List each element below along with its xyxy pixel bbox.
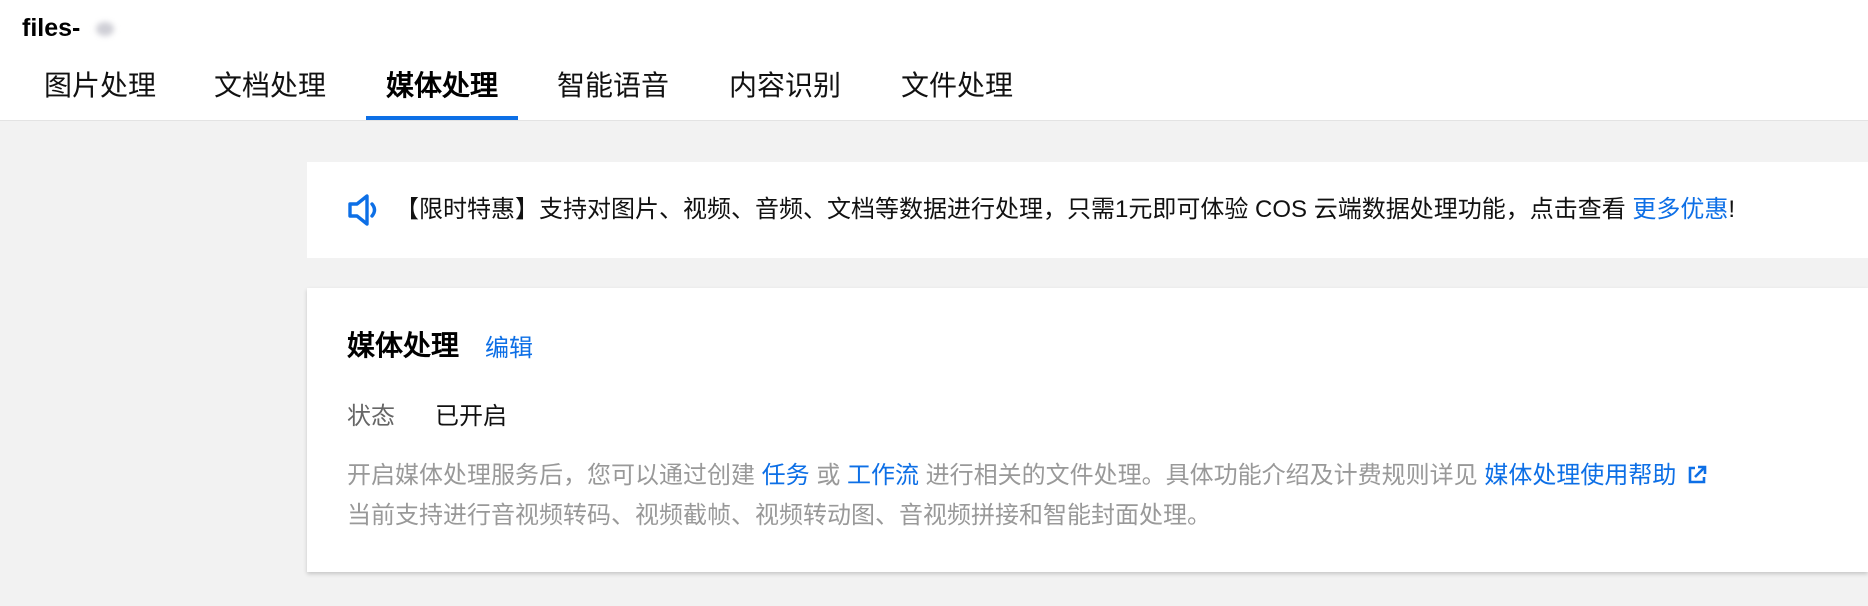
edit-link[interactable]: 编辑 (485, 328, 533, 363)
tab-media-processing[interactable]: 媒体处理 (382, 58, 502, 120)
notice-text: 【限时特惠】支持对图片、视频、音频、文档等数据进行处理，只需1元即可体验 COS… (395, 192, 1735, 228)
help-doc-link[interactable]: 媒体处理使用帮助 (1484, 462, 1676, 489)
speaker-icon (348, 194, 377, 226)
tab-document-processing[interactable]: 文档处理 (210, 58, 330, 120)
task-link[interactable]: 任务 (762, 462, 810, 489)
more-offers-link[interactable]: 更多优惠 (1632, 196, 1728, 223)
tab-content-recognition[interactable]: 内容识别 (725, 58, 845, 120)
notice-suffix: ! (1728, 196, 1736, 223)
notice-message: 【限时特惠】支持对图片、视频、音频、文档等数据进行处理，只需1元即可体验 COS… (395, 196, 1633, 223)
status-label: 状态 (347, 403, 395, 430)
card-description: 开启媒体处理服务后，您可以通过创建 任务 或 工作流 进行相关的文件处理。具体功… (347, 456, 1708, 536)
external-link-icon[interactable] (1686, 464, 1708, 486)
top-bar: files- 图片处理 文档处理 媒体处理 智能语音 内容识别 文件处理 (0, 0, 1868, 121)
tab-image-processing[interactable]: 图片处理 (40, 58, 160, 120)
description-line-2: 当前支持进行音视频转码、视频截帧、视频转动图、音视频拼接和智能封面处理。 (347, 502, 1211, 529)
active-tab-indicator (366, 116, 518, 120)
bucket-title: files- (22, 14, 81, 42)
card-title: 媒体处理 (347, 330, 460, 361)
description-line-1: 开启媒体处理服务后，您可以通过创建 任务 或 工作流 进行相关的文件处理。具体功… (347, 456, 1708, 496)
desc-or: 或 (809, 462, 848, 489)
desc-text-2: 进行相关的文件处理。具体功能介绍及计费规则详见 (919, 462, 1485, 489)
media-processing-card: 媒体处理 编辑 状态 已开启 开启媒体处理服务后，您可以通过创建 任务 或 工作… (307, 288, 1868, 572)
promo-notice: 【限时特惠】支持对图片、视频、音频、文档等数据进行处理，只需1元即可体验 COS… (307, 162, 1868, 258)
tab-smart-voice[interactable]: 智能语音 (553, 58, 673, 120)
status-value: 已开启 (435, 403, 507, 430)
tab-file-processing[interactable]: 文件处理 (897, 58, 1017, 120)
workflow-link[interactable]: 工作流 (847, 462, 919, 489)
desc-text-1: 开启媒体处理服务后，您可以通过创建 (347, 462, 762, 489)
bucket-name-redaction (96, 22, 114, 36)
